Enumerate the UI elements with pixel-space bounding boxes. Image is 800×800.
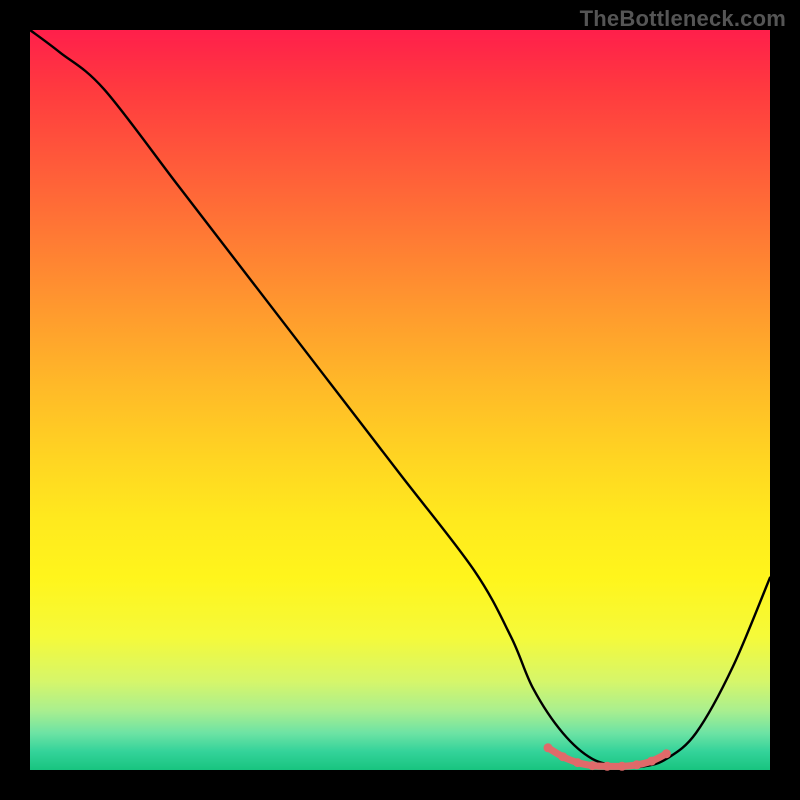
bottleneck-curve-path: [30, 30, 770, 767]
watermark-label: TheBottleneck.com: [580, 6, 786, 32]
optimum-marker-dot: [558, 752, 567, 761]
chart-svg: [30, 30, 770, 770]
plot-area: [30, 30, 770, 770]
optimum-marker-dot: [573, 758, 582, 767]
optimum-marker-group: [544, 743, 671, 771]
optimum-marker-dot: [662, 749, 671, 758]
chart-frame: TheBottleneck.com: [0, 0, 800, 800]
optimum-marker-dot: [544, 743, 553, 752]
optimum-marker-dot: [588, 761, 597, 770]
optimum-marker-dot: [618, 762, 627, 771]
optimum-marker-dot: [632, 760, 641, 769]
optimum-marker-dot: [603, 762, 612, 771]
optimum-marker-dot: [647, 757, 656, 766]
